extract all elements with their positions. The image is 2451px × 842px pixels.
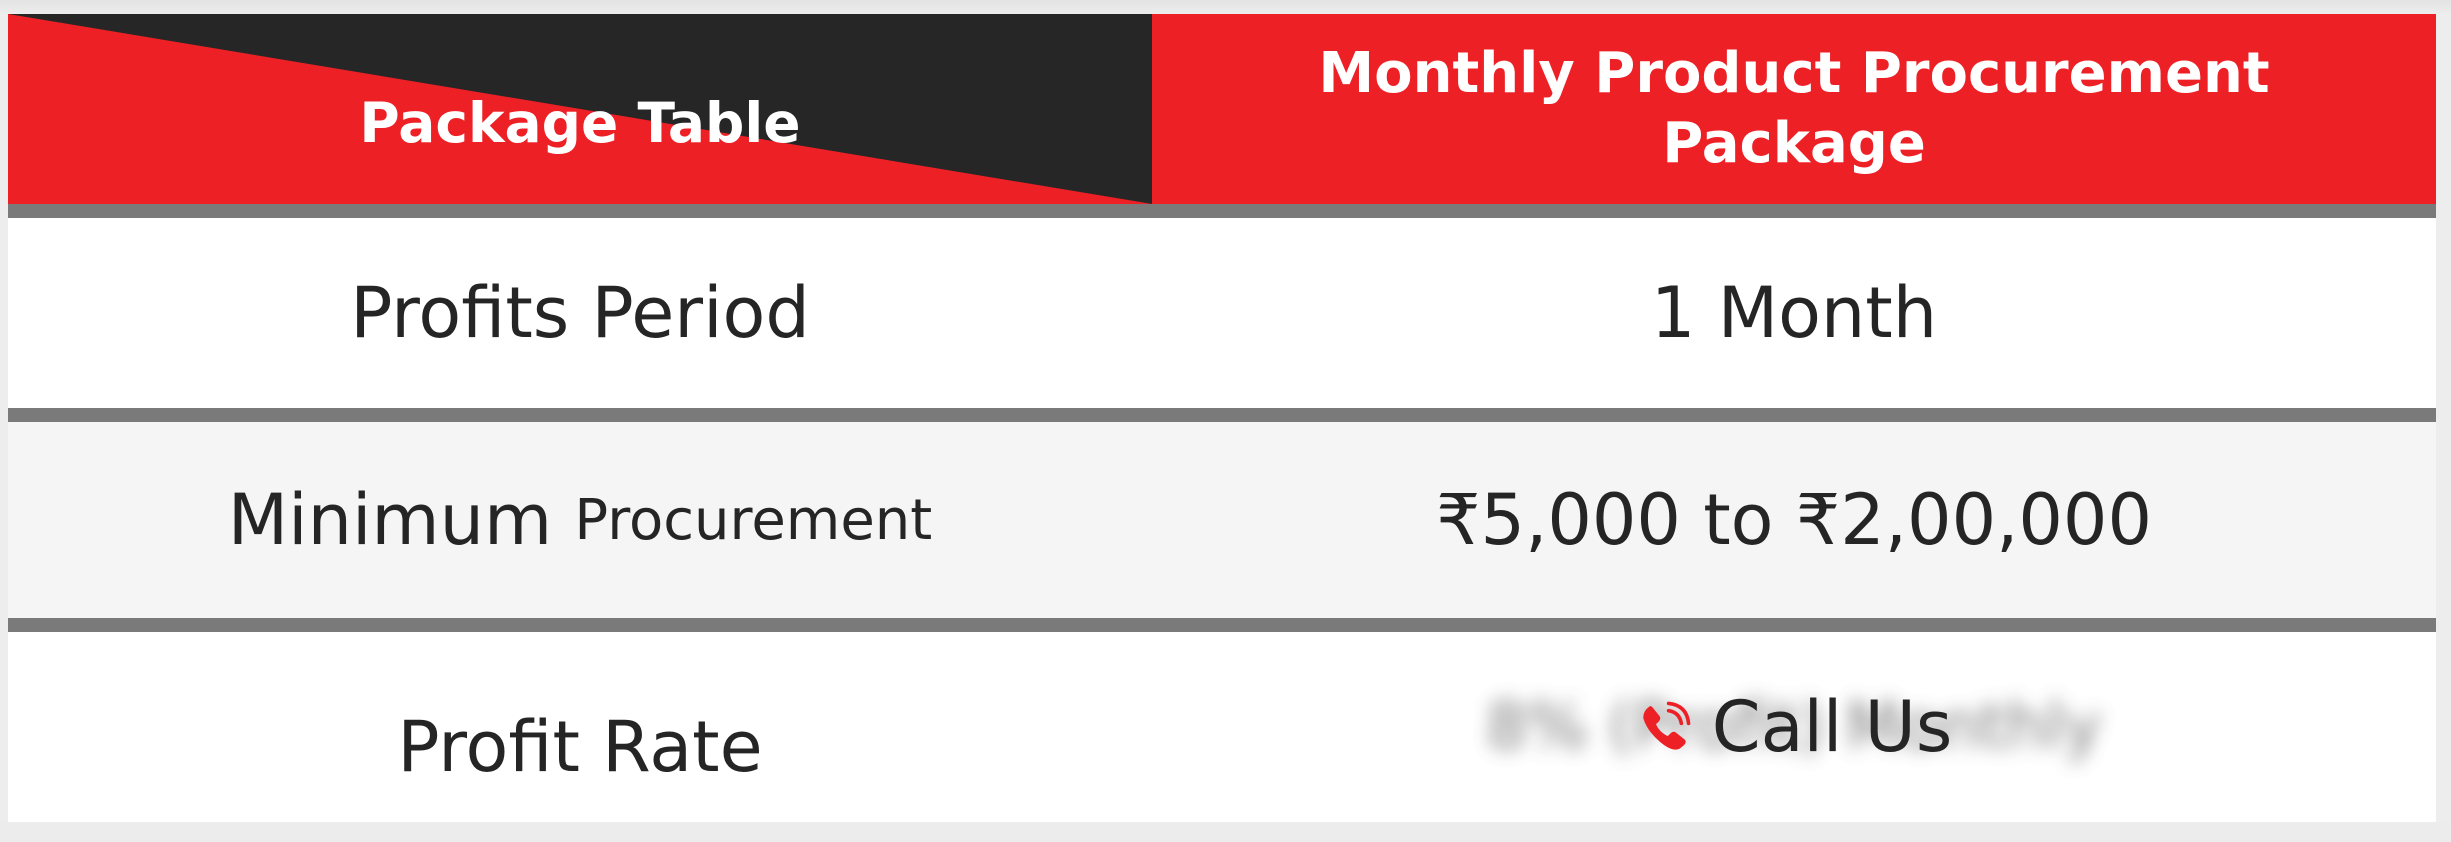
- row-label: Profits Period: [350, 272, 810, 354]
- row-value: 8% (Profit) Monthly Call Us: [1152, 632, 2436, 822]
- table-row-profits-period: Profits Period 1 Month: [8, 218, 2436, 408]
- call-us-button[interactable]: Call Us: [1486, 686, 2101, 768]
- row-label-main: Minimum: [227, 479, 553, 561]
- phone-icon: [1642, 701, 1691, 750]
- row-label-small: Procurement: [574, 487, 933, 553]
- header-cell-package-table: Package Table: [8, 14, 1152, 204]
- row-value: 1 Month: [1650, 272, 1938, 354]
- blurred-value: 8% (Profit) Monthly Call Us: [1486, 686, 2101, 768]
- table-header: Package Table Monthly Product Procuremen…: [8, 14, 2436, 204]
- package-table: Package Table Monthly Product Procuremen…: [8, 14, 2436, 822]
- header-label-package-table: Package Table: [359, 91, 801, 155]
- row-label: Minimum Procurement: [8, 422, 1152, 618]
- row-divider: [8, 618, 2436, 632]
- header-label-package-name: Monthly Product Procurement Package: [1318, 41, 2270, 176]
- call-us-label: Call Us: [1711, 686, 1953, 768]
- table-row-minimum-procurement: Minimum Procurement ₹5,000 to ₹2,00,000: [8, 422, 2436, 618]
- row-label: Profit Rate: [397, 706, 763, 788]
- row-divider: [8, 204, 2436, 218]
- row-value: ₹5,000 to ₹2,00,000: [1436, 479, 2152, 561]
- row-divider: [8, 408, 2436, 422]
- header-cell-package-name: Monthly Product Procurement Package: [1152, 14, 2436, 204]
- table-row-profit-rate: Profit Rate 8% (Profit) Monthly Call Us: [8, 632, 2436, 822]
